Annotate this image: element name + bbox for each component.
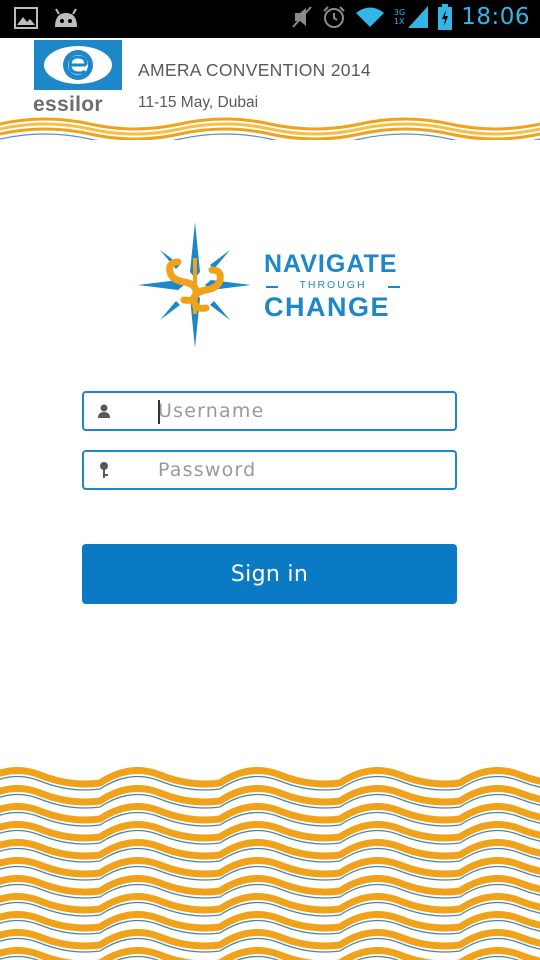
logo-line-through: THROUGH xyxy=(264,279,402,291)
key-icon xyxy=(100,462,108,478)
logo-line-change: CHANGE xyxy=(264,292,391,322)
username-field[interactable] xyxy=(82,391,457,431)
essilor-logo xyxy=(34,40,122,90)
person-icon xyxy=(98,404,110,418)
logo-line-navigate: NAVIGATE xyxy=(264,250,398,278)
text-caret xyxy=(158,400,160,424)
status-bar: 3G 1X 18:06 xyxy=(0,0,540,38)
signal-icon xyxy=(408,6,429,28)
status-time: 18:06 xyxy=(461,4,530,30)
username-input[interactable] xyxy=(158,397,448,425)
mute-icon xyxy=(292,6,312,28)
footer-wave-decoration xyxy=(0,767,540,960)
conference-logo: NAVIGATE THROUGH CHANGE xyxy=(138,220,408,350)
compass-icon xyxy=(138,222,251,348)
password-input[interactable] xyxy=(158,456,448,484)
eye-logo-icon xyxy=(44,46,112,84)
alarm-icon xyxy=(323,6,345,28)
password-field[interactable] xyxy=(82,450,457,490)
image-icon xyxy=(14,7,38,29)
network-type-top: 3G xyxy=(393,8,406,17)
network-type-bottom: 1X xyxy=(393,17,405,26)
wifi-icon xyxy=(355,7,384,27)
sign-in-button[interactable]: Sign in xyxy=(82,544,457,604)
app-header: essilor AMERA CONVENTION 2014 11-15 May,… xyxy=(0,38,540,140)
battery-icon xyxy=(438,4,453,30)
header-title: AMERA CONVENTION 2014 xyxy=(138,60,371,80)
header-wave-decoration xyxy=(0,117,540,140)
android-icon xyxy=(55,8,77,27)
header-subtitle: 11-15 May, Dubai xyxy=(138,94,259,111)
